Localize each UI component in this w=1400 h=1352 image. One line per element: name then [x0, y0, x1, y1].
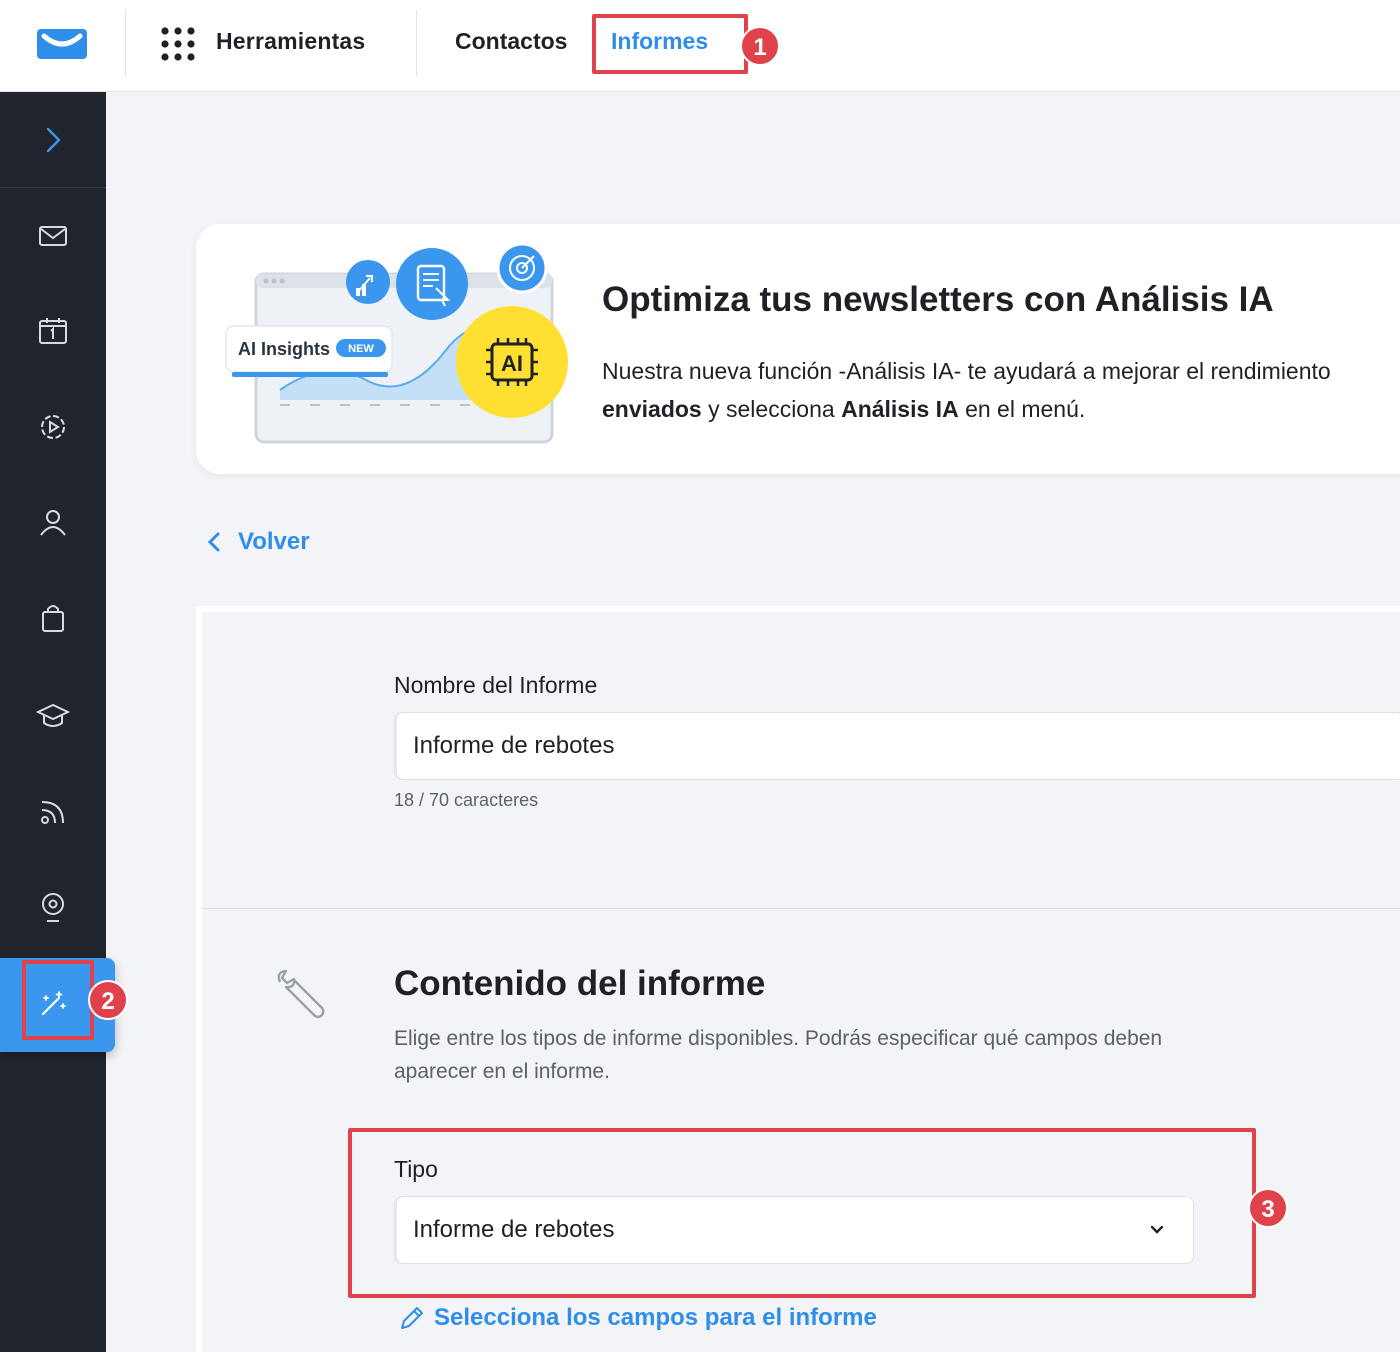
report-content-description: Elige entre los tipos de informe disponi… [394, 1027, 1163, 1083]
banner-description: Nuestra nueva función -Análisis IA- te a… [602, 352, 1331, 428]
banner-title: Optimiza tus newsletters con Análisis IA [602, 280, 1274, 319]
pencil-icon [401, 1307, 423, 1329]
annotation-number-3: 3 [1248, 1188, 1288, 1228]
banner-text-part2: y selecciona [701, 396, 842, 422]
report-name-input[interactable]: Informe de rebotes [394, 712, 1400, 780]
banner-text-bold2: Análisis IA [841, 396, 959, 422]
wrench-icon [277, 969, 325, 1019]
report-name-label: Nombre del Informe [394, 672, 598, 698]
topbar-divider [125, 10, 126, 76]
select-fields-link[interactable]: Selecciona los campos para el informe [398, 1304, 877, 1332]
annotation-box-2 [22, 960, 94, 1040]
shopping-bag-icon[interactable] [33, 598, 73, 638]
ai-chip-icon: AI [501, 351, 523, 376]
new-badge: NEW [348, 343, 374, 355]
annotation-box-1 [592, 14, 748, 74]
back-label: Volver [238, 528, 310, 555]
banner-text-line1: Nuestra nueva función -Análisis IA- te a… [602, 358, 1331, 384]
back-link[interactable]: Volver [206, 528, 310, 556]
chevron-left-icon [207, 532, 220, 552]
section-separator [202, 908, 1400, 909]
banner-text-part3: en el menú. [958, 396, 1086, 422]
graduation-cap-icon[interactable] [33, 696, 73, 736]
ai-insights-banner: AI Insights NEW AI Optimiza tus newslett… [196, 224, 1400, 474]
report-content-title: Contenido del informe [394, 964, 766, 1003]
user-icon[interactable] [33, 502, 73, 542]
character-counter: 18 / 70 caracteres [394, 790, 539, 810]
calendar-icon[interactable] [33, 311, 73, 351]
annotation-box-3 [348, 1128, 1256, 1298]
mail-icon[interactable] [33, 216, 73, 256]
ai-insights-badge: AI Insights [238, 339, 330, 359]
annotation-number-2: 2 [88, 980, 128, 1020]
webinar-icon[interactable] [33, 887, 73, 927]
sidebar-separator [0, 187, 106, 188]
nav-contacts-link[interactable]: Contactos [455, 28, 567, 55]
getresponse-logo-icon[interactable] [36, 26, 88, 62]
left-sidebar [0, 92, 115, 1352]
gear-play-icon[interactable] [33, 407, 73, 447]
chevron-right-icon[interactable] [33, 120, 73, 160]
annotation-number-1: 1 [740, 26, 780, 66]
tools-menu-button[interactable]: Herramientas [216, 28, 365, 55]
topbar-divider [416, 10, 417, 76]
grid-dots-icon[interactable] [160, 26, 196, 62]
select-fields-label: Selecciona los campos para el informe [434, 1304, 877, 1331]
banner-text-bold1: enviados [602, 396, 702, 422]
ai-insights-illustration: AI Insights NEW AI [225, 242, 568, 444]
rss-icon[interactable] [33, 792, 73, 832]
